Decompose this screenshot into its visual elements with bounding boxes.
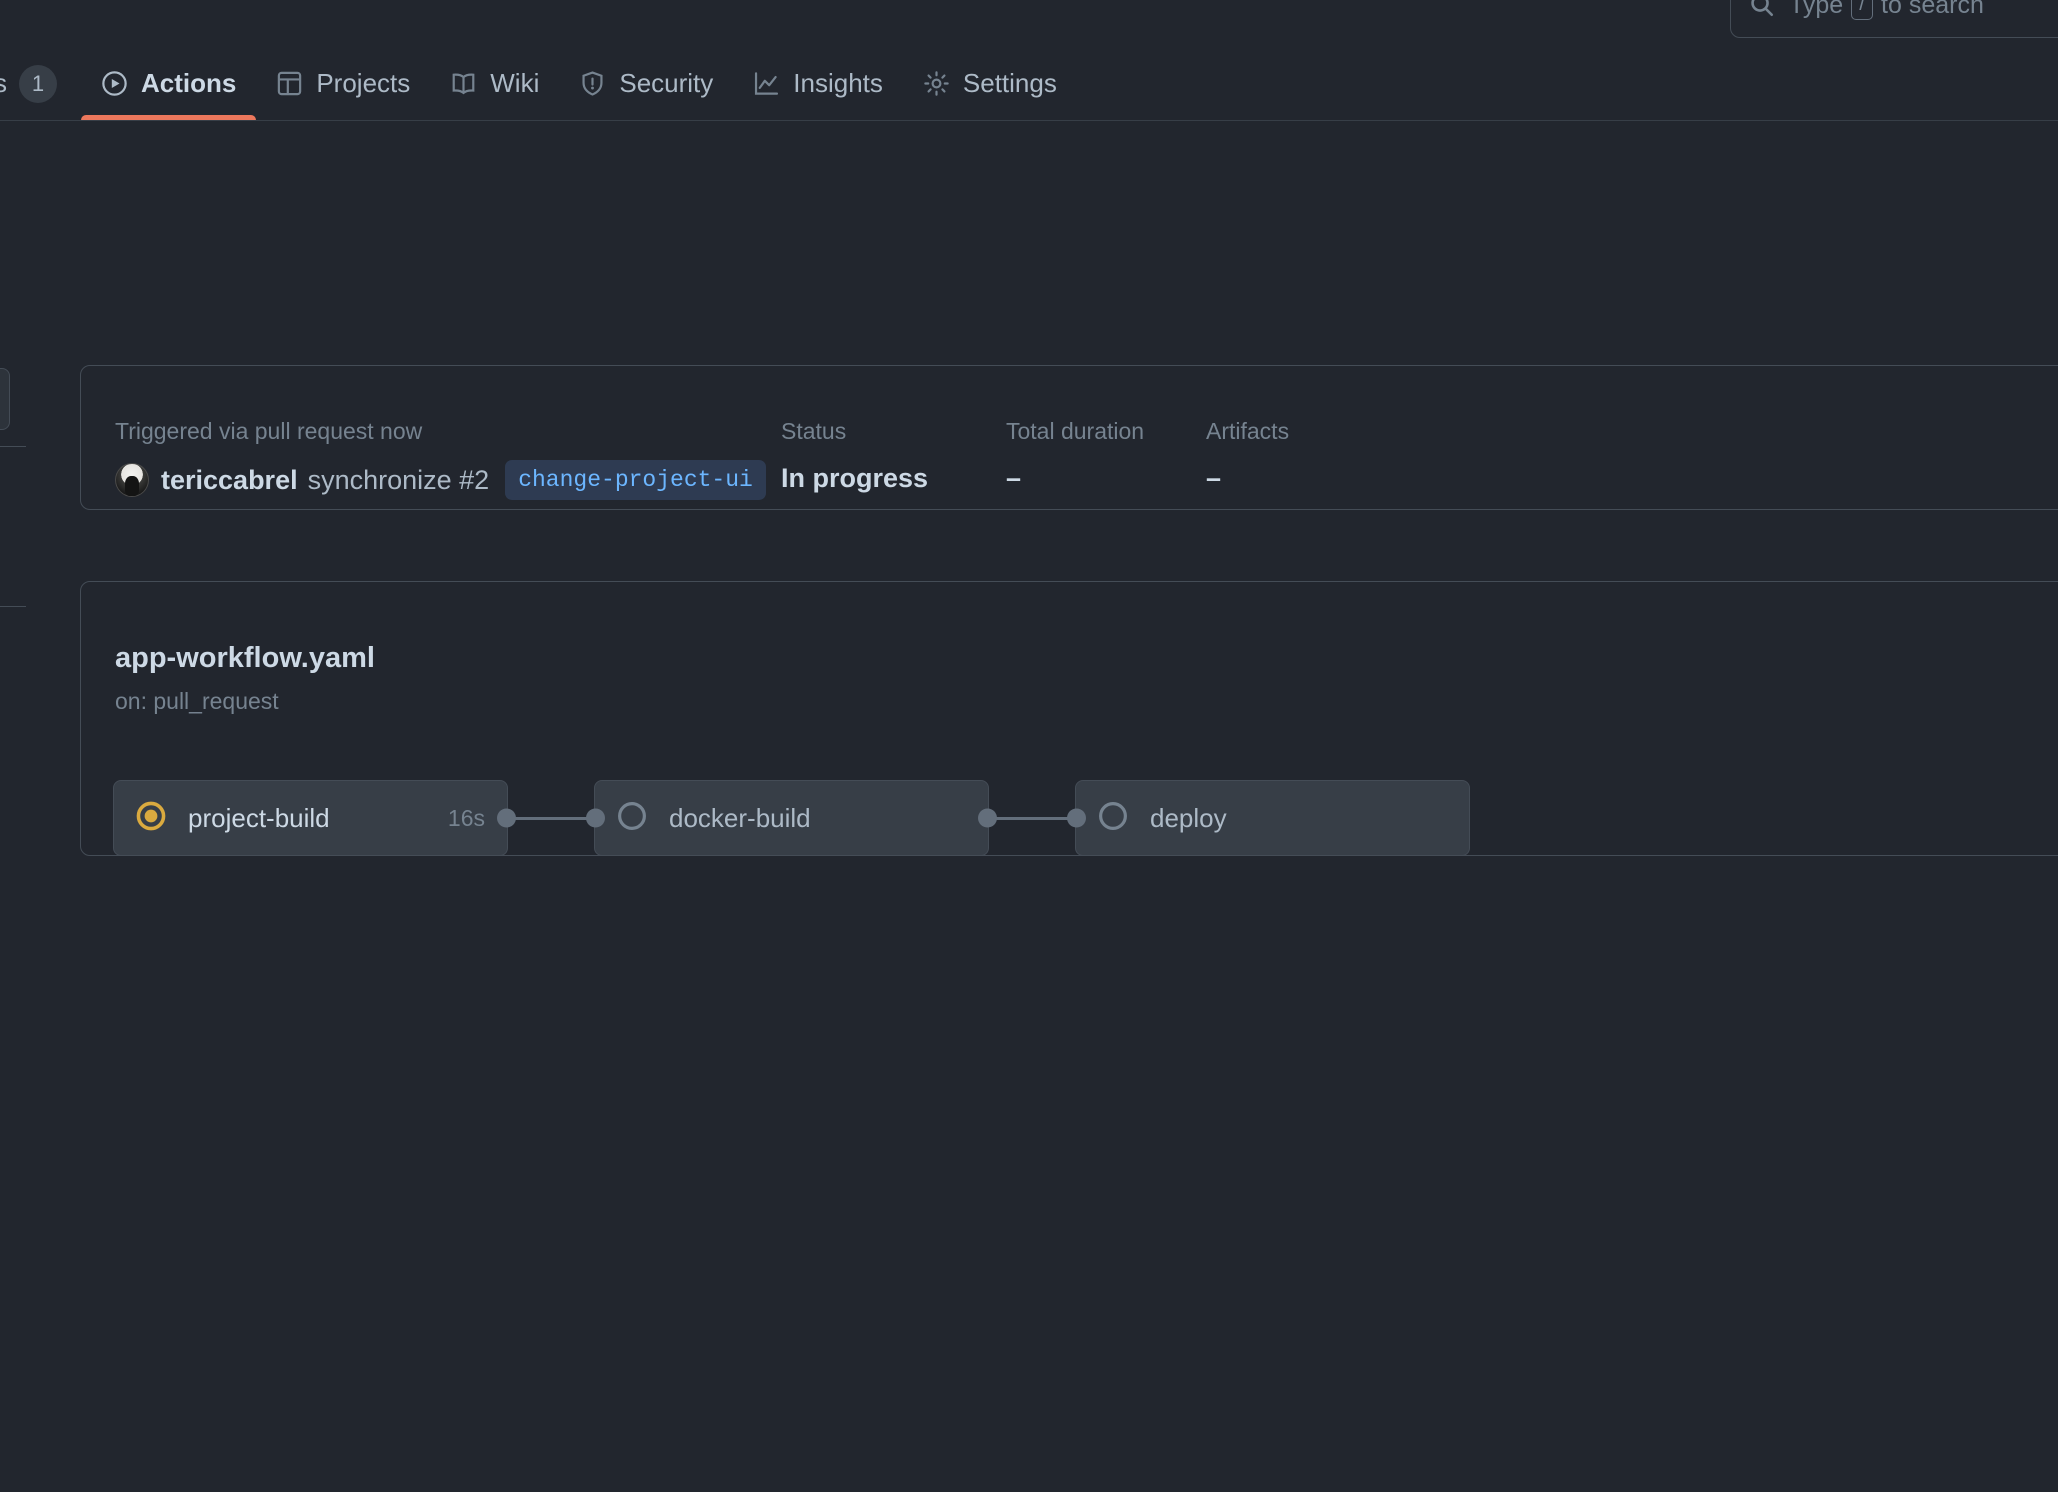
branch-badge[interactable]: change-project-ui (505, 460, 766, 500)
search-placeholder: Type / to search (1789, 0, 1984, 21)
search-placeholder-pre: Type (1789, 0, 1844, 19)
graph-edge-2 (989, 816, 1075, 820)
tab-security-label: Security (619, 68, 714, 98)
repo-nav: s 1 Actions Projects Wiki Security Insig… (0, 48, 2058, 121)
graph-icon (753, 70, 780, 97)
job-output-port (978, 808, 997, 828)
job-input-port (586, 808, 605, 828)
gear-icon (923, 70, 950, 97)
artifacts-label: Artifacts (1206, 418, 1290, 444)
event-text: synchronize #2 (307, 464, 490, 495)
job-duration-project-build: 16s (447, 804, 485, 831)
sidebar-partial-divider-2 (0, 606, 26, 607)
total-duration-value: – (1006, 463, 1022, 493)
status-label: Status (781, 418, 847, 444)
artifacts-value: – (1206, 463, 1222, 493)
search-placeholder-post: to search (1881, 0, 1984, 19)
job-label-deploy: deploy (1150, 802, 1227, 833)
job-node-project-build[interactable]: project-build 16s (113, 780, 516, 856)
job-node-docker-build[interactable]: docker-build (586, 780, 997, 856)
tab-projects-label: Projects (316, 68, 411, 98)
tab-insights[interactable]: Insights (733, 48, 903, 119)
tab-settings[interactable]: Settings (903, 48, 1077, 119)
job-label-docker-build: docker-build (669, 802, 811, 833)
job-graph: project-build 16s docker-build deploy (113, 778, 1470, 858)
in-progress-donut-icon (136, 801, 166, 836)
actor-name[interactable]: tericcabrel (161, 465, 298, 496)
table-icon (276, 70, 303, 97)
job-label-project-build: project-build (188, 802, 330, 833)
tab-wiki-label: Wiki (490, 68, 540, 98)
previous-tab-fragment[interactable]: s (0, 68, 7, 99)
workflow-file-name: app-workflow.yaml (115, 642, 375, 674)
tab-actions[interactable]: Actions (81, 48, 257, 120)
search-box[interactable]: Type / to search (1730, 0, 2058, 38)
tab-insights-label: Insights (793, 68, 883, 98)
job-node-deploy[interactable]: deploy (1067, 780, 1470, 856)
tab-actions-label: Actions (141, 68, 237, 98)
tab-projects[interactable]: Projects (256, 48, 430, 119)
book-icon (450, 70, 477, 97)
workflow-card: app-workflow.yaml on: pull_request proje… (80, 581, 2058, 856)
total-duration-label: Total duration (1006, 418, 1145, 444)
graph-edge-1 (508, 816, 594, 820)
pending-circle-icon (1098, 801, 1128, 836)
slash-key-hint: / (1851, 0, 1874, 21)
sidebar-partial-divider-1 (0, 446, 26, 447)
tab-security[interactable]: Security (559, 48, 733, 119)
trigger-label: Triggered via pull request now (115, 418, 423, 444)
status-value: In progress (781, 463, 929, 493)
shield-icon (579, 70, 606, 97)
trigger-actor-line: tericcabrel synchronize #2 change-projec… (115, 460, 766, 500)
tab-wiki[interactable]: Wiki (430, 48, 559, 119)
workflow-trigger-event: on: pull_request (115, 688, 279, 714)
job-output-port (497, 808, 516, 828)
search-icon (1749, 0, 1775, 18)
sidebar-partial-chip (0, 368, 10, 430)
tab-settings-label: Settings (962, 68, 1057, 98)
avatar (115, 463, 149, 497)
play-circle-icon (101, 70, 128, 97)
run-summary-card: Triggered via pull request now tericcabr… (80, 365, 2058, 510)
job-input-port (1067, 808, 1086, 828)
pull-requests-counter-badge: 1 (19, 64, 57, 103)
pending-circle-icon (617, 801, 647, 836)
